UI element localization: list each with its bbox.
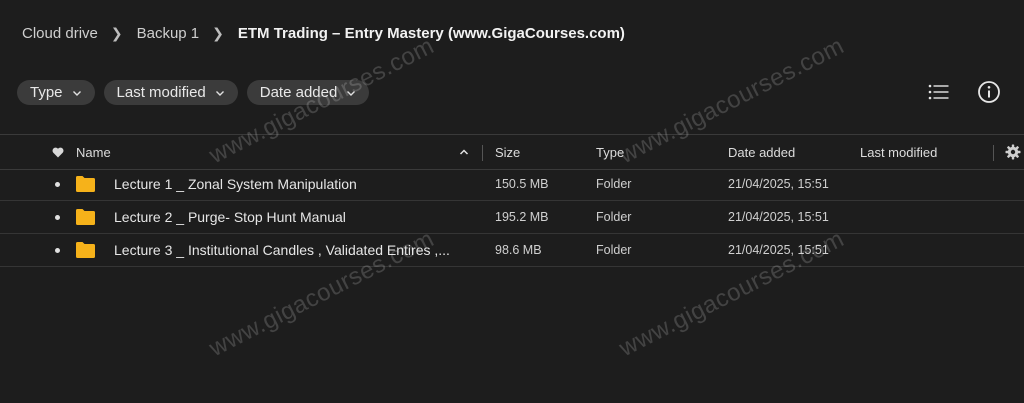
chevron-right-icon: ❯ — [110, 24, 123, 41]
name-column-header[interactable]: Name — [76, 135, 111, 169]
column-divider — [993, 145, 994, 161]
row-type: Folder — [596, 243, 632, 257]
bullet-icon — [55, 181, 60, 187]
chevron-right-icon: ❯ — [212, 24, 224, 41]
column-divider — [482, 145, 483, 161]
list-view-button[interactable] — [927, 80, 951, 104]
info-icon — [978, 81, 1000, 103]
folder-icon — [76, 242, 95, 258]
row-date-added: 21/04/2025, 15:51 — [728, 210, 829, 224]
row-type: Folder — [596, 177, 632, 191]
column-settings-button[interactable] — [1005, 135, 1021, 169]
table-row[interactable]: Lecture 1 _ Zonal System Manipulation 15… — [0, 168, 1024, 201]
row-date-added: 21/04/2025, 15:51 — [728, 177, 829, 191]
row-size: 150.5 MB — [495, 177, 549, 191]
chevron-down-icon — [215, 90, 224, 96]
type-filter-button[interactable]: Type — [17, 80, 95, 105]
row-type: Folder — [596, 210, 632, 224]
bullet-icon — [55, 214, 60, 220]
type-column-header[interactable]: Type — [596, 135, 624, 169]
table-row[interactable]: Lecture 3 _ Institutional Candles , Vali… — [0, 234, 1024, 267]
filter-bar: Type Last modified Date added — [17, 80, 370, 105]
gear-icon — [1005, 144, 1021, 160]
breadcrumb-backup-1[interactable]: Backup 1 — [137, 25, 200, 42]
breadcrumb-cloud-drive[interactable]: Cloud drive — [22, 25, 98, 42]
last-modified-column-header[interactable]: Last modified — [860, 135, 937, 169]
folder-icon — [76, 176, 95, 192]
date-added-filter-label: Date added — [259, 84, 338, 101]
chevron-down-icon — [347, 90, 356, 96]
last-modified-filter-button[interactable]: Last modified — [103, 80, 238, 105]
table-row[interactable]: Lecture 2 _ Purge- Stop Hunt Manual 195.… — [0, 201, 1024, 234]
row-name: Lecture 3 _ Institutional Candles , Vali… — [114, 242, 450, 258]
heart-icon — [52, 147, 64, 157]
view-toolbar — [927, 80, 1001, 104]
table-header: Name Size Type Date added Last modified — [0, 134, 1024, 170]
row-date-added: 21/04/2025, 15:51 — [728, 243, 829, 257]
row-size: 195.2 MB — [495, 210, 549, 224]
breadcrumb: Cloud drive ❯ Backup 1 ❯ ETM Trading – E… — [22, 24, 625, 42]
sort-ascending-button[interactable] — [459, 135, 469, 169]
row-name: Lecture 1 _ Zonal System Manipulation — [114, 176, 357, 192]
date-added-column-header[interactable]: Date added — [728, 135, 795, 169]
breadcrumb-current-folder: ETM Trading – Entry Mastery (www.GigaCou… — [237, 24, 625, 42]
date-added-filter-button[interactable]: Date added — [246, 80, 370, 105]
last-modified-filter-label: Last modified — [116, 84, 206, 101]
info-button[interactable] — [977, 80, 1001, 104]
list-view-icon — [928, 84, 949, 100]
chevron-up-icon — [459, 149, 469, 155]
row-size: 98.6 MB — [495, 243, 542, 257]
size-column-header[interactable]: Size — [495, 135, 520, 169]
type-filter-label: Type — [30, 84, 63, 101]
bullet-icon — [55, 247, 60, 253]
folder-icon — [76, 209, 95, 225]
favourite-column-header[interactable] — [52, 135, 64, 169]
chevron-down-icon — [72, 90, 81, 96]
row-name: Lecture 2 _ Purge- Stop Hunt Manual — [114, 209, 346, 225]
